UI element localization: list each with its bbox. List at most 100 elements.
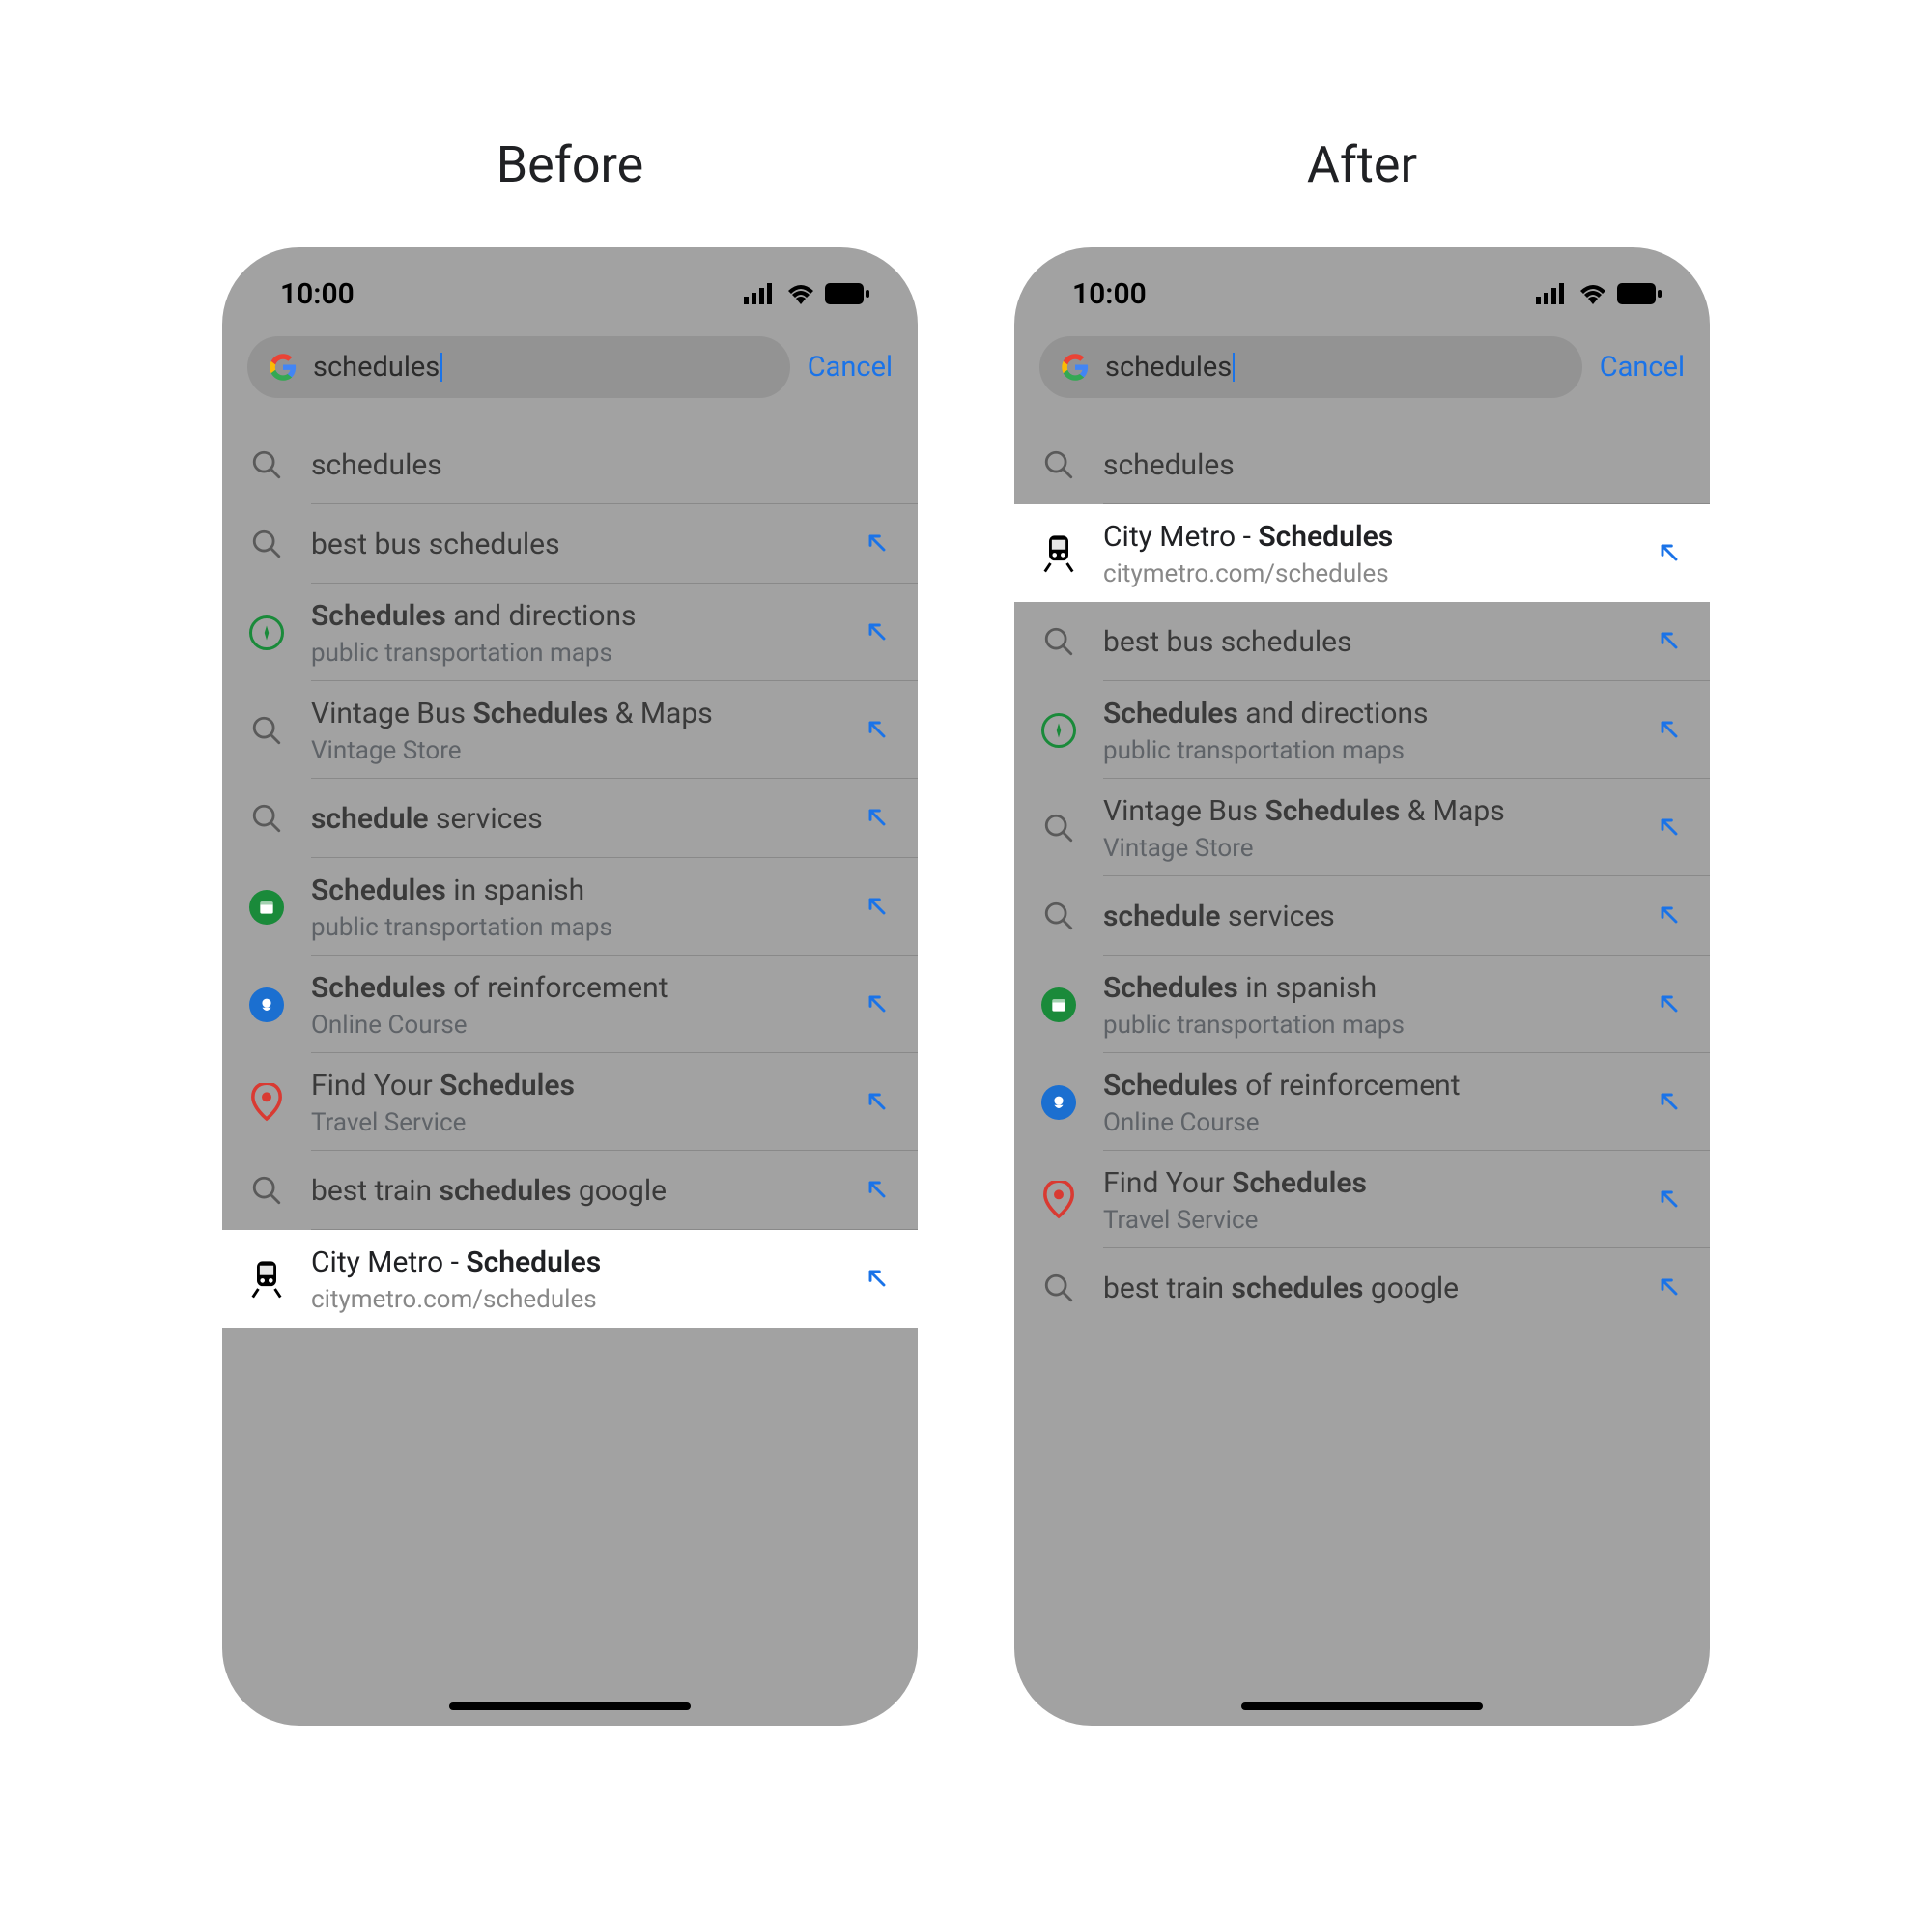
insert-arrow-icon[interactable] xyxy=(1656,539,1685,568)
insert-arrow-icon[interactable] xyxy=(864,1176,893,1205)
suggestion-content: Schedules and directions public transport… xyxy=(311,584,848,681)
suggestion-subtitle: citymetro.com/schedules xyxy=(1103,559,1640,588)
suggestion-content: Schedules in spanishpublic transportatio… xyxy=(311,858,848,956)
suggestion-item[interactable]: best bus schedules xyxy=(1014,602,1710,681)
insert-arrow-icon[interactable] xyxy=(864,893,893,922)
suggestion-subtitle: public transportation maps xyxy=(1103,1011,1640,1040)
suggestion-item[interactable]: best train schedules google xyxy=(1014,1248,1710,1328)
suggestion-content: Schedules of reinforcement Online Course xyxy=(1103,1053,1640,1151)
search-icon xyxy=(247,799,286,838)
search-icon xyxy=(247,525,286,563)
suggestion-item[interactable]: best train schedules google xyxy=(222,1151,918,1230)
suggestion-title: Schedules and directions xyxy=(311,597,848,635)
phone-before: 10:00 schedules Cancel schedules best bus… xyxy=(222,247,918,1726)
insert-arrow-icon[interactable] xyxy=(1656,627,1685,656)
suggestion-item[interactable]: Schedules and directions public transport… xyxy=(222,584,918,681)
pin-icon xyxy=(1039,1181,1078,1219)
suggestion-item[interactable]: Schedules in spanishpublic transportatio… xyxy=(1014,956,1710,1053)
wifi-icon xyxy=(1578,283,1607,304)
insert-arrow-icon[interactable] xyxy=(864,529,893,558)
suggestion-subtitle: Online Course xyxy=(1103,1108,1640,1137)
suggestion-item[interactable]: best bus schedules xyxy=(222,504,918,584)
suggestions-list-before: schedulesbest bus schedulesSchedules and… xyxy=(222,425,918,1328)
insert-arrow-icon[interactable] xyxy=(864,804,893,833)
status-bar: 10:00 xyxy=(1014,247,1710,327)
suggestion-item[interactable]: schedule services xyxy=(222,779,918,858)
suggestion-item[interactable]: Schedules and directions public transport… xyxy=(1014,681,1710,779)
status-bar: 10:00 xyxy=(222,247,918,327)
insert-arrow-icon[interactable] xyxy=(1656,1088,1685,1117)
compass-icon xyxy=(1039,711,1078,750)
insert-arrow-icon[interactable] xyxy=(1656,1273,1685,1302)
suggestion-subtitle: public transportation maps xyxy=(311,639,848,668)
suggestion-item[interactable]: Schedules of reinforcement Online Course xyxy=(1014,1053,1710,1151)
suggestion-content: Vintage Bus Schedules & MapsVintage Stor… xyxy=(1103,779,1640,876)
suggestion-item[interactable]: Vintage Bus Schedules & MapsVintage Stor… xyxy=(222,681,918,779)
suggestion-subtitle: Vintage Store xyxy=(1103,834,1640,863)
insert-arrow-icon[interactable] xyxy=(864,1265,893,1294)
suggestion-title: schedules xyxy=(1103,446,1685,484)
suggestion-title: schedules xyxy=(311,446,893,484)
suggestion-title: Find Your Schedules xyxy=(1103,1164,1640,1202)
after-column: After 10:00 schedules Cancel schedules Ci… xyxy=(1014,135,1710,1726)
suggestion-title: Schedules in spanish xyxy=(311,872,848,909)
status-icons xyxy=(1536,283,1662,304)
suggestion-content: best train schedules google xyxy=(311,1158,848,1223)
suggestion-item[interactable]: City Metro - Schedules citymetro.com/sche… xyxy=(1014,504,1710,602)
insert-arrow-icon[interactable] xyxy=(864,1088,893,1117)
cancel-button[interactable]: Cancel xyxy=(808,351,893,384)
suggestion-content: schedule services xyxy=(311,786,848,851)
suggestion-item[interactable]: City Metro - Schedulescitymetro.com/sche… xyxy=(222,1230,918,1328)
suggestion-content: Vintage Bus Schedules & MapsVintage Stor… xyxy=(311,681,848,779)
search-icon xyxy=(1039,445,1078,484)
search-input[interactable]: schedules xyxy=(1039,336,1582,398)
insert-arrow-icon[interactable] xyxy=(864,990,893,1019)
suggestion-title: Schedules of reinforcement xyxy=(1103,1067,1640,1104)
suggestion-title: schedule services xyxy=(311,800,848,838)
battery-icon xyxy=(825,283,869,304)
suggestion-item[interactable]: schedules xyxy=(222,425,918,504)
after-title: After xyxy=(1307,135,1417,194)
compass-icon xyxy=(247,614,286,652)
google-logo-icon xyxy=(269,353,298,382)
cancel-button[interactable]: Cancel xyxy=(1600,351,1685,384)
insert-arrow-icon[interactable] xyxy=(864,716,893,745)
search-value: schedules xyxy=(1105,351,1232,384)
suggestion-subtitle: public transportation maps xyxy=(1103,736,1640,765)
suggestion-subtitle: Online Course xyxy=(311,1011,848,1040)
search-icon xyxy=(247,1171,286,1210)
suggestion-item[interactable]: Find Your SchedulesTravel Service xyxy=(222,1053,918,1151)
suggestion-title: Vintage Bus Schedules & Maps xyxy=(311,695,848,732)
search-value: schedules xyxy=(313,351,440,384)
status-time: 10:00 xyxy=(1072,277,1147,311)
insert-arrow-icon[interactable] xyxy=(1656,1186,1685,1215)
suggestion-item[interactable]: Vintage Bus Schedules & MapsVintage Stor… xyxy=(1014,779,1710,876)
suggestions-list-after: schedules City Metro - Schedules citymetro… xyxy=(1014,425,1710,1328)
suggestion-item[interactable]: Schedules in spanishpublic transportatio… xyxy=(222,858,918,956)
suggestion-item[interactable]: Find Your SchedulesTravel Service xyxy=(1014,1151,1710,1248)
status-time: 10:00 xyxy=(280,277,355,311)
home-indicator[interactable] xyxy=(1241,1702,1483,1710)
calendar-icon xyxy=(1039,986,1078,1024)
suggestion-item[interactable]: schedule services xyxy=(1014,876,1710,956)
search-input[interactable]: schedules xyxy=(247,336,790,398)
suggestion-subtitle: Travel Service xyxy=(311,1108,848,1137)
suggestion-title: City Metro - Schedules xyxy=(1103,518,1640,556)
suggestion-item[interactable]: Schedules of reinforcementOnline Course xyxy=(222,956,918,1053)
insert-arrow-icon[interactable] xyxy=(1656,716,1685,745)
insert-arrow-icon[interactable] xyxy=(1656,814,1685,843)
insert-arrow-icon[interactable] xyxy=(864,618,893,647)
suggestion-content: City Metro - Schedulescitymetro.com/sche… xyxy=(311,1230,848,1328)
suggestion-content: schedules xyxy=(1103,433,1685,498)
suggestion-title: Schedules and directions xyxy=(1103,695,1640,732)
suggestion-content: schedule services xyxy=(1103,884,1640,949)
insert-arrow-icon[interactable] xyxy=(1656,990,1685,1019)
pin-icon xyxy=(247,1083,286,1122)
train-icon xyxy=(247,1260,286,1299)
cellular-icon xyxy=(1536,283,1569,304)
suggestion-title: best bus schedules xyxy=(1103,623,1640,661)
home-indicator[interactable] xyxy=(449,1702,691,1710)
suggestion-content: Schedules of reinforcementOnline Course xyxy=(311,956,848,1053)
insert-arrow-icon[interactable] xyxy=(1656,901,1685,930)
suggestion-item[interactable]: schedules xyxy=(1014,425,1710,504)
